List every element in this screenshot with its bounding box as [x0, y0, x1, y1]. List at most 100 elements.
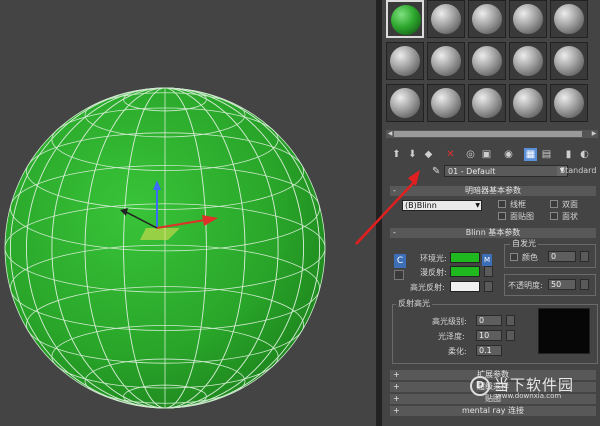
spec-level-value: 0 [479, 316, 485, 325]
rollout-shader-basic[interactable]: - 明暗器基本参数 [390, 186, 596, 196]
lock-ambient-diffuse-button[interactable]: C [394, 254, 406, 268]
rollout-2[interactable]: + 贴图 [390, 394, 596, 404]
material-slot[interactable] [386, 42, 424, 80]
material-preview-sphere [391, 5, 421, 35]
diffuse-label: 漫反射: [420, 268, 447, 277]
material-preview-sphere [431, 46, 461, 76]
material-name-row: ✎ 01 - Default ▼ Standard [382, 164, 600, 180]
specular-label: 高光反射: [410, 283, 445, 292]
material-preview-sphere [554, 4, 584, 34]
material-preview-sphere [472, 46, 502, 76]
go-forward-icon[interactable]: ◐ [578, 148, 591, 161]
material-preview-sphere [431, 4, 461, 34]
material-slot[interactable] [427, 42, 465, 80]
rollout-title: mental ray 连接 [461, 406, 525, 415]
rollout-title: 明暗器基本参数 [465, 186, 521, 195]
scroll-left-arrow-icon[interactable]: ◀ [386, 130, 394, 138]
put-to-library-icon[interactable]: ▣ [480, 148, 493, 161]
material-preview-sphere [390, 88, 420, 118]
rollout-3[interactable]: + mental ray 连接 [390, 406, 596, 416]
faceted-label: 面状 [562, 212, 578, 221]
opacity-label: 不透明度: [508, 281, 543, 290]
material-preview-sphere [472, 4, 502, 34]
self-illum-spinner[interactable]: 0 [548, 251, 576, 262]
make-unique-icon[interactable]: ◎ [464, 148, 477, 161]
gloss-spinner[interactable]: 10 [476, 330, 502, 341]
self-illum-value: 0 [551, 252, 557, 261]
self-illum-map-button[interactable] [580, 251, 589, 262]
material-slot[interactable] [427, 0, 465, 38]
specular-highlights-title: 反射高光 [396, 298, 432, 309]
wire-checkbox[interactable] [498, 200, 506, 208]
diffuse-map-button[interactable] [484, 266, 493, 277]
map-letter: M [483, 256, 491, 264]
assign-to-selection-icon[interactable]: ◆ [422, 148, 435, 161]
material-slot[interactable] [427, 84, 465, 122]
scroll-thumb[interactable] [394, 131, 582, 137]
highlight-graph [538, 308, 590, 354]
specular-map-button[interactable] [484, 281, 493, 292]
material-editor-panel: ◀ ▶ ⬆ ⬇ ◆ ✕ ◎ ▣ ◉ ▦ ▤ ▮ ◐ ✎ 01 - Default ▼ Standar… [382, 0, 600, 426]
go-to-parent-icon[interactable]: ▮ [562, 148, 575, 161]
lock-diffuse-specular-button[interactable] [394, 270, 404, 280]
material-preview-sphere [554, 88, 584, 118]
opacity-spinner[interactable]: 50 [548, 279, 576, 290]
reset-map-icon[interactable]: ✕ [444, 148, 457, 161]
face-map-label: 面贴图 [510, 212, 534, 221]
opacity-map-button[interactable] [580, 279, 589, 290]
material-slot[interactable] [386, 0, 424, 38]
scroll-right-arrow-icon[interactable]: ▶ [590, 130, 598, 138]
material-slot[interactable] [550, 0, 588, 38]
self-illum-color-checkbox[interactable] [510, 253, 518, 261]
lock-letter: C [396, 256, 404, 266]
spec-level-map-button[interactable] [506, 315, 515, 326]
show-end-result-icon[interactable]: ▤ [540, 148, 553, 161]
two-sided-label: 双面 [562, 200, 578, 209]
slots-scrollbar[interactable]: ◀ ▶ [386, 130, 598, 138]
two-sided-checkbox[interactable] [550, 200, 558, 208]
material-slot[interactable] [550, 42, 588, 80]
spec-level-label: 高光级别: [432, 317, 467, 326]
expand-plus-icon: + [393, 370, 400, 379]
ambient-label: 环境光: [420, 254, 447, 263]
viewport[interactable] [0, 0, 376, 426]
face-map-checkbox[interactable] [498, 212, 506, 220]
get-material-icon[interactable]: ⬆ [390, 148, 403, 161]
material-type-button[interactable]: Standard [560, 166, 600, 175]
material-slot[interactable] [550, 84, 588, 122]
material-slot[interactable] [386, 84, 424, 122]
viewport-canvas[interactable] [0, 0, 376, 426]
material-preview-sphere [513, 88, 543, 118]
material-slot[interactable] [509, 84, 547, 122]
shader-dropdown[interactable]: (B)Blinn ▼ [402, 200, 482, 211]
spec-level-spinner[interactable]: 0 [476, 315, 502, 326]
opacity-value: 50 [551, 280, 562, 289]
material-slot[interactable] [468, 84, 506, 122]
ambient-color-swatch[interactable] [450, 252, 480, 263]
shader-value: (B)Blinn [405, 201, 437, 210]
expand-plus-icon: + [393, 394, 400, 403]
put-to-scene-icon[interactable]: ⬇ [406, 148, 419, 161]
material-id-icon[interactable]: ◉ [502, 148, 515, 161]
material-slot[interactable] [468, 0, 506, 38]
collapse-minus-icon: - [393, 228, 396, 237]
material-slot[interactable] [509, 0, 547, 38]
soften-spinner[interactable]: 0.1 [476, 345, 502, 356]
pick-material-eyedropper-icon[interactable]: ✎ [432, 166, 440, 177]
material-slot[interactable] [509, 42, 547, 80]
self-illum-label: 自发光 [510, 238, 538, 249]
faceted-checkbox[interactable] [550, 212, 558, 220]
specular-color-swatch[interactable] [450, 281, 480, 292]
material-slot[interactable] [468, 42, 506, 80]
material-name-field[interactable]: 01 - Default ▼ [444, 165, 568, 177]
show-in-viewport-icon[interactable]: ▦ [524, 148, 537, 161]
rollout-blinn-basic[interactable]: - Blinn 基本参数 [390, 228, 596, 238]
watermark-logo: D [470, 376, 490, 396]
gloss-label: 光泽度: [438, 332, 465, 341]
material-preview-sphere [472, 88, 502, 118]
map-lock-button[interactable]: M [482, 254, 492, 266]
collapse-minus-icon: - [393, 186, 396, 195]
material-preview-sphere [554, 46, 584, 76]
diffuse-color-swatch[interactable] [450, 266, 480, 277]
gloss-map-button[interactable] [506, 330, 515, 341]
